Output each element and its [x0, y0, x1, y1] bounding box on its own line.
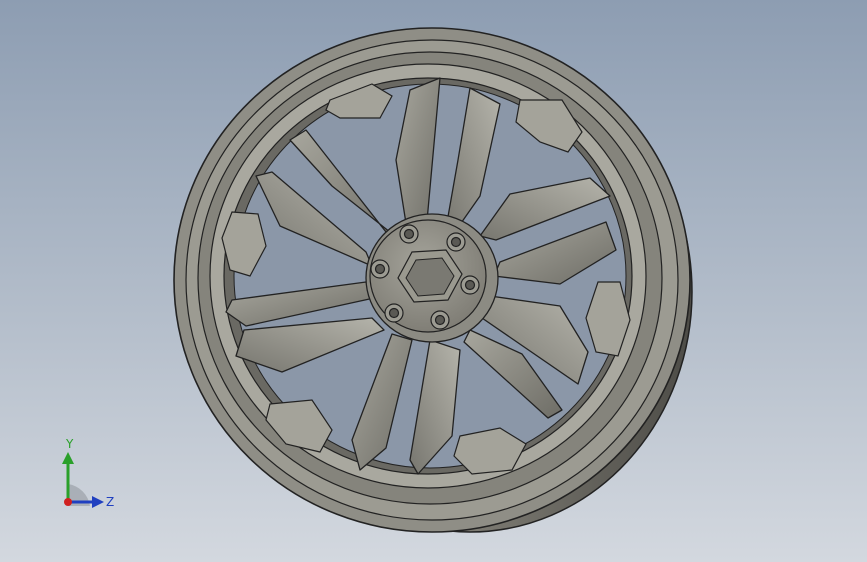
coordinate-triad[interactable]: Y Z: [40, 436, 120, 516]
z-axis-label: Z: [106, 495, 114, 509]
wheel-rim-model[interactable]: [0, 0, 867, 562]
y-arrow-icon: [62, 452, 74, 464]
graphics-viewport[interactable]: Y Z: [0, 0, 867, 562]
z-arrow-icon: [92, 496, 104, 508]
x-axis-origin-icon: [64, 498, 72, 506]
y-axis-label: Y: [65, 437, 74, 451]
